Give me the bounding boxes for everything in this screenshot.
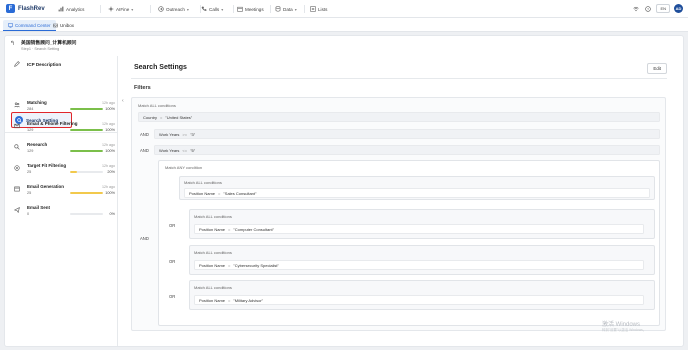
- match-any-label: Match ANY condition: [165, 165, 203, 170]
- nav-lists[interactable]: Lists: [310, 6, 327, 12]
- filters-heading: Filters: [134, 85, 151, 91]
- step-email-generation[interactable]: Email Generation 12h ago 25 100%: [13, 184, 118, 195]
- progress-bar: 100%: [70, 191, 115, 195]
- logo[interactable]: F FlashRev: [6, 4, 56, 13]
- condition-work-years-max: Work Years <= "5": [154, 145, 660, 155]
- language-selector[interactable]: EN: [656, 4, 670, 13]
- progress-bar: 100%: [70, 128, 115, 132]
- match-all-label: Match ALL conditions: [138, 103, 176, 108]
- sparkle-icon: [108, 6, 114, 12]
- progress-fill: [70, 171, 77, 173]
- back-arrow-icon[interactable]: ↰: [10, 40, 15, 47]
- nav-data[interactable]: Data ▾: [275, 6, 297, 12]
- step-matching[interactable]: Matching 12h ago 284 100%: [13, 100, 118, 111]
- research-icon: [13, 143, 21, 151]
- filters-box: Match ALL conditions Country = "United Sta…: [131, 97, 666, 331]
- chevron-down-icon: ▾: [131, 6, 134, 12]
- wifi-icon[interactable]: [632, 5, 639, 12]
- step-target-fit-filtering[interactable]: Target Fit Filtering 12h ago 25 20%: [13, 163, 118, 174]
- avatar[interactable]: AD: [674, 4, 683, 13]
- condition-group-3: Match ALL conditions Position Name = "Cybe…: [189, 245, 655, 275]
- or-label: OR: [169, 294, 176, 299]
- send-icon: [158, 6, 164, 12]
- search-settings: Search Settings Edit Filters Match ALL c…: [131, 56, 667, 332]
- condition-group-4: Match ALL conditions Position Name = "Mili…: [189, 280, 655, 310]
- progress-fill: [70, 192, 103, 194]
- users-icon: [13, 101, 21, 109]
- step-email-sent[interactable]: Email Sent 0 0%: [13, 205, 118, 216]
- nav-divider: [150, 5, 151, 13]
- progress-fill: [70, 129, 103, 131]
- campaign-name: 美国销售顾问_计算机顾问: [21, 41, 77, 46]
- monitor-icon: [8, 22, 13, 28]
- and-label: AND: [140, 148, 149, 153]
- nav-outreach[interactable]: Outreach ▾: [158, 6, 189, 12]
- progress-bar: 100%: [70, 149, 115, 153]
- progress-bar: 0%: [70, 212, 115, 216]
- edit-button[interactable]: Edit: [647, 63, 667, 74]
- inbox-icon: [53, 23, 58, 28]
- logo-icon: F: [6, 4, 15, 13]
- database-icon: [275, 6, 281, 12]
- condition-position-cybersecurity: Position Name = "Cybersecurity Specialist": [194, 260, 644, 270]
- nav-divider: [304, 5, 305, 13]
- email-generate-icon: [13, 185, 21, 193]
- phone-icon: [201, 6, 207, 12]
- progress-bar: 20%: [70, 170, 115, 174]
- send-mail-icon: [13, 206, 21, 214]
- nav-calls[interactable]: Calls ▾: [201, 6, 223, 12]
- top-nav: F FlashRev Analytics AIFine ▾ Outreach ▾…: [0, 0, 688, 18]
- chevron-down-icon: ▾: [294, 6, 297, 12]
- condition-group-2: Match ALL conditions Position Name = "Comp…: [189, 209, 655, 239]
- condition-position-computer: Position Name = "Computer Consultant": [194, 224, 644, 234]
- and-label: AND: [140, 236, 149, 241]
- progress-fill: [70, 150, 103, 152]
- any-condition-group: Match ANY condition Match ALL conditions…: [158, 160, 660, 326]
- chart-icon: [58, 6, 64, 12]
- help-icon[interactable]: ?: [644, 5, 651, 12]
- condition-position-military: Position Name = "Military Advisor": [194, 295, 644, 305]
- sidebar-divider: [5, 132, 118, 133]
- nav-allfine[interactable]: AIFine ▾: [108, 6, 133, 12]
- calendar-icon: [237, 6, 243, 12]
- sidebar-item-icp[interactable]: ICP Description: [13, 60, 118, 68]
- tab-unibox[interactable]: Unibox: [48, 20, 79, 31]
- collapse-sidebar-icon[interactable]: ‹: [122, 98, 124, 104]
- breadcrumb: ↰ 美国销售顾问_计算机顾问 Step1 · Search Setting: [10, 39, 76, 51]
- nav-meetings[interactable]: Meetings: [237, 6, 264, 12]
- list-icon: [310, 6, 316, 12]
- step-email-phone-filtering[interactable]: Email & Phone Filtering 12h ago 129 100%: [13, 121, 118, 132]
- progress-bar: 100%: [70, 107, 115, 111]
- svg-text:?: ?: [647, 7, 649, 11]
- condition-country: Country = "United States": [138, 112, 660, 122]
- and-label: AND: [140, 132, 149, 137]
- progress-fill: [70, 108, 103, 110]
- top-right-actions: ? EN AD: [627, 4, 683, 13]
- condition-group-1: Match ALL conditions Position Name = "Sale…: [179, 176, 655, 200]
- chevron-down-icon: ▾: [221, 6, 224, 12]
- campaign-crumb: Step1 · Search Setting: [21, 47, 60, 51]
- nav-divider: [233, 5, 234, 13]
- or-label: OR: [169, 259, 176, 264]
- page-tabs: Command Center Unibox: [0, 18, 688, 32]
- page-title: Search Settings: [134, 64, 187, 71]
- mail-filter-icon: [13, 122, 21, 130]
- step-research[interactable]: Research 12h ago 129 100%: [13, 142, 118, 153]
- chevron-down-icon: ▾: [186, 6, 189, 12]
- condition-work-years-min: Work Years >= "3": [154, 129, 660, 139]
- or-label: OR: [169, 223, 176, 228]
- condition-position-sales: Position Name = "Sales Consultant": [184, 188, 650, 198]
- nav-divider: [270, 5, 271, 13]
- target-icon: [13, 164, 21, 172]
- nav-analytics[interactable]: Analytics: [58, 6, 84, 12]
- app-name: FlashRev: [18, 5, 45, 12]
- edit-icon: [13, 60, 21, 68]
- title-divider: [131, 78, 667, 79]
- windows-activation-hint: 转到"设置"以激活 Windows。: [602, 328, 647, 332]
- nav-divider: [100, 5, 101, 13]
